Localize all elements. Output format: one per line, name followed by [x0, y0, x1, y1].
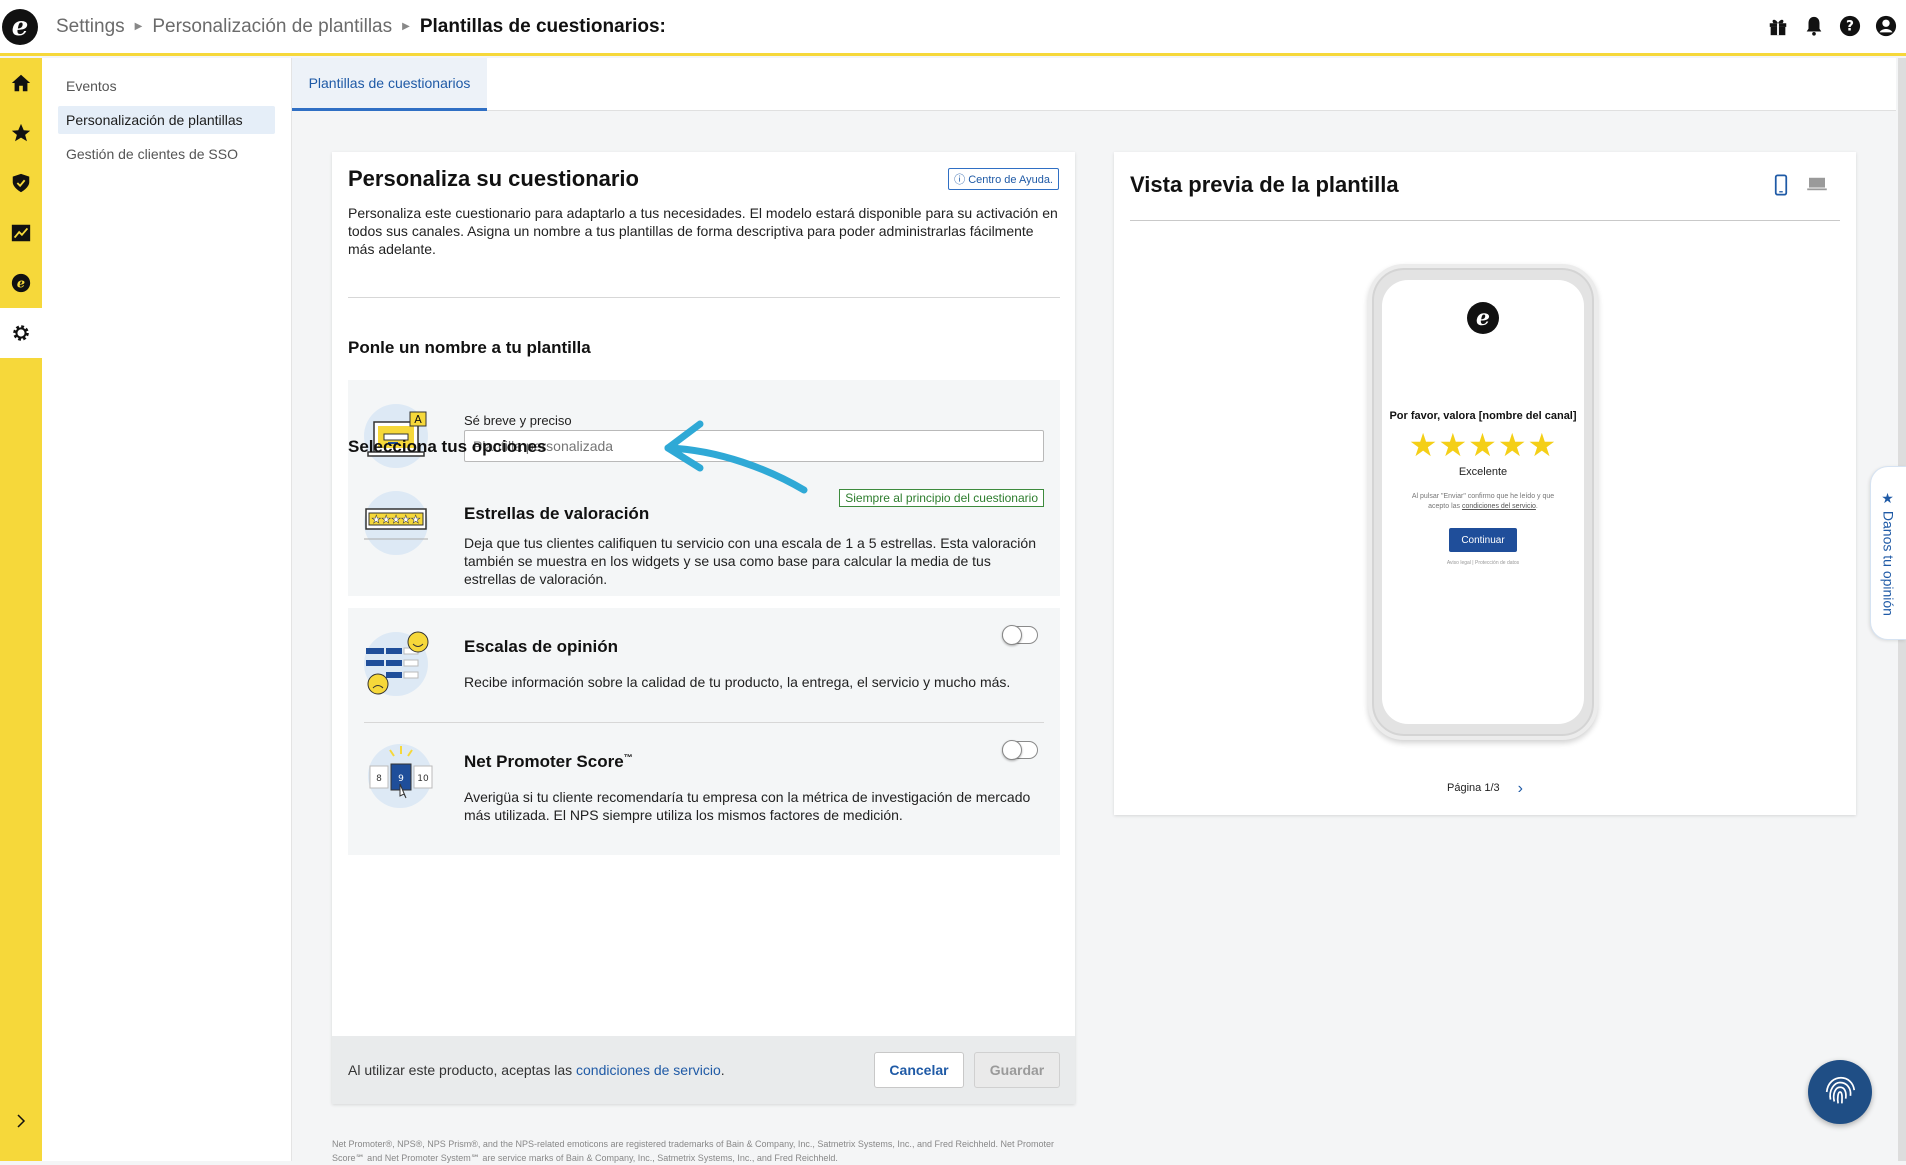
expand-chevron-icon[interactable]: [0, 1101, 42, 1141]
preview-continue-button: Continuar: [1449, 528, 1517, 552]
option-title: Net Promoter Score™: [464, 752, 633, 772]
preview-card: Vista previa de la plantilla e Por favor…: [1114, 152, 1856, 815]
option-description: Averigüa si tu cliente recomendaría tu e…: [464, 789, 1031, 823]
next-page-icon[interactable]: ›: [1518, 780, 1523, 797]
preview-terms-period: .: [1535, 503, 1538, 510]
preview-links: Aviso legal | Protección de datos: [1446, 560, 1520, 566]
laptop-illustration-icon: A: [360, 396, 440, 476]
optional-modules-panel: Escalas de opinión Recibe información so…: [348, 608, 1060, 855]
breadcrumb-settings[interactable]: Settings: [56, 16, 125, 38]
fingerprint-icon: [1825, 1076, 1856, 1104]
opinion-scales-toggle[interactable]: [1002, 625, 1038, 645]
form-intro: Personaliza este cuestionario para adapt…: [348, 205, 1058, 257]
preview-logo: e: [1467, 302, 1499, 334]
top-bar: e Settings ▶ Personalización de plantill…: [0, 0, 1906, 56]
tab-bar: Plantillas de cuestionarios: [292, 58, 1896, 111]
nps-toggle[interactable]: [1002, 740, 1038, 760]
phone-screen: e Por favor, valora [nombre del canal] ★…: [1382, 280, 1584, 724]
settings-subnav: Eventos Personalización de plantillas Ge…: [42, 58, 292, 1161]
option-description: Recibe información sobre la calidad de t…: [464, 674, 1011, 690]
feedback-text: Danos tu opinión: [1880, 510, 1897, 616]
svg-text:e: e: [17, 277, 25, 292]
logo-letter: e: [11, 11, 29, 42]
user-account-icon[interactable]: [1874, 14, 1898, 38]
brand-icon[interactable]: e: [0, 258, 42, 308]
name-field-label: Sé breve y preciso: [464, 413, 572, 428]
mobile-view-icon[interactable]: [1774, 174, 1788, 201]
divider: [364, 722, 1044, 723]
preview-question: Por favor, valora [nombre del canal]: [1389, 410, 1577, 422]
nps-number: 9: [398, 774, 404, 784]
nps-title-text: Net Promoter Score: [464, 752, 624, 771]
cancel-button[interactable]: Cancelar: [874, 1052, 964, 1088]
option-title: Escalas de opinión: [464, 637, 618, 656]
option-description: Deja que tus clientes califiquen tu serv…: [464, 535, 1036, 587]
svg-text:★★★★★: ★★★★★: [371, 513, 420, 526]
nps-number: 8: [376, 774, 382, 784]
preview-logo-letter: e: [1476, 305, 1490, 331]
svg-text:?: ?: [1846, 19, 1854, 35]
breadcrumb: Settings ▶ Personalización de plantillas…: [56, 16, 666, 38]
help-center-label: Centro de Ayuda.: [968, 174, 1053, 186]
breadcrumb-personalizacion[interactable]: Personalización de plantillas: [152, 16, 392, 38]
tab-plantillas[interactable]: Plantillas de cuestionarios: [292, 58, 487, 111]
bell-icon[interactable]: [1802, 14, 1826, 38]
top-icons: ?: [1766, 14, 1898, 38]
gift-icon[interactable]: [1766, 14, 1790, 38]
help-center-link[interactable]: ⓘ Centro de Ayuda.: [948, 168, 1059, 190]
feedback-label: ★ Danos tu opinión: [1881, 491, 1897, 616]
home-icon[interactable]: [0, 58, 42, 108]
subnav-item-eventos[interactable]: Eventos: [58, 72, 275, 100]
preview-terms: Al pulsar "Enviar" confirmo que he leído…: [1402, 492, 1564, 512]
terms-period: .: [720, 1062, 725, 1078]
divider: [1130, 220, 1840, 221]
terms-link[interactable]: condiciones de servicio: [576, 1062, 721, 1078]
questionnaire-form-card: Personaliza su cuestionario ⓘ Centro de …: [332, 152, 1075, 1104]
terms-notice: Al utilizar este producto, aceptas las c…: [348, 1062, 725, 1078]
preview-pager: Página 1/3 ›: [1114, 780, 1856, 798]
shield-icon[interactable]: [0, 158, 42, 208]
opinion-scale-illustration-icon: [360, 624, 440, 704]
nps-number: 10: [417, 774, 429, 784]
svg-text:A: A: [414, 413, 422, 426]
star-icon[interactable]: [0, 108, 42, 158]
annotation-arrow-icon: [664, 420, 808, 494]
preview-rating-label: Excelente: [1458, 466, 1508, 478]
settings-gear-icon[interactable]: [0, 308, 42, 358]
option-title: Estrellas de valoración: [464, 504, 650, 523]
fingerprint-button[interactable]: [1808, 1060, 1872, 1124]
desktop-view-icon[interactable]: [1806, 176, 1828, 197]
logo[interactable]: e: [2, 8, 38, 45]
page-title: Plantillas de cuestionarios:: [419, 15, 666, 37]
feedback-tab[interactable]: ★ Danos tu opinión: [1870, 466, 1906, 640]
phone-mockup: e Por favor, valora [nombre del canal] ★…: [1368, 264, 1598, 740]
help-circle-icon: ⓘ: [954, 174, 969, 186]
nps-illustration-icon: 8 9 10: [360, 738, 440, 818]
trademark-mark: ™: [623, 752, 633, 763]
name-section-title: Ponle un nombre a tu plantilla: [348, 338, 591, 357]
analytics-icon[interactable]: [0, 208, 42, 258]
preview-title: Vista previa de la plantilla: [1130, 172, 1399, 197]
subnav-item-personalizacion[interactable]: Personalización de plantillas: [58, 106, 275, 134]
subnav-item-sso[interactable]: Gestión de clientes de SSO: [58, 140, 275, 168]
always-first-badge: Siempre al principio del cuestionario: [839, 489, 1044, 507]
form-footer: Al utilizar este producto, aceptas las c…: [332, 1036, 1075, 1104]
help-icon[interactable]: ?: [1838, 14, 1862, 38]
breadcrumb-separator-icon: ▶: [134, 21, 143, 32]
breadcrumb-separator-icon: ▶: [402, 21, 410, 32]
preview-terms-link: condiciones del servicio: [1461, 503, 1536, 510]
options-section-title: Selecciona tus opciones: [348, 437, 547, 456]
app-rail: e: [0, 58, 42, 1161]
pager-label: Página 1/3: [1447, 782, 1500, 794]
feedback-star-icon: ★: [1880, 490, 1897, 511]
divider: [348, 297, 1060, 298]
terms-text: Al utilizar este producto, aceptas las: [348, 1062, 577, 1078]
save-button[interactable]: Guardar: [974, 1052, 1060, 1088]
star-rating-illustration-icon: ★★★★★: [360, 487, 440, 567]
form-title: Personaliza su cuestionario: [348, 166, 639, 191]
preview-stars-icon: ★★★★★: [1408, 427, 1558, 463]
